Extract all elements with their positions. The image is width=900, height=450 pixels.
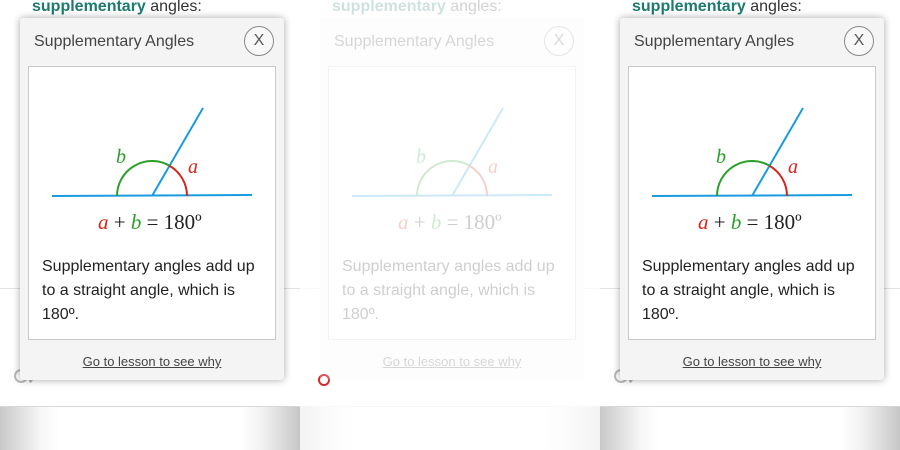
- heading-rest: angles:: [145, 0, 202, 15]
- heading-rest: angles:: [445, 0, 502, 15]
- heading-keyword: supplementary: [632, 0, 746, 15]
- answer-option-bar: [600, 406, 900, 450]
- eq-rest: = 180º: [747, 210, 803, 234]
- eq-a: a: [698, 210, 709, 234]
- supplementary-angles-popup: Supplementary Angles X b a a + b = 180º …: [620, 18, 884, 380]
- angle-a-label: a: [188, 156, 198, 178]
- close-button[interactable]: X: [544, 26, 574, 56]
- angle-equation: a + b = 180º: [98, 210, 202, 234]
- go-to-lesson-link[interactable]: Go to lesson to see why: [320, 354, 584, 369]
- go-to-lesson-link[interactable]: Go to lesson to see why: [620, 354, 884, 369]
- supplementary-angles-popup: Supplementary Angles X b a a + b = 180º …: [20, 18, 284, 380]
- definition-text: Supplementary angles add up to a straigh…: [342, 258, 555, 323]
- ray-line: [751, 107, 804, 197]
- ray-line: [151, 107, 204, 197]
- close-button[interactable]: X: [844, 26, 874, 56]
- angle-a-arc: [468, 164, 488, 197]
- supplementary-angles-popup: Supplementary Angles X b a a + b = 180º …: [320, 18, 584, 380]
- eq-b: b: [431, 210, 442, 234]
- answer-option-bar: [0, 406, 300, 450]
- go-to-lesson-link[interactable]: Go to lesson to see why: [20, 354, 284, 369]
- question-heading: supplementary angles:: [332, 0, 502, 16]
- popup-title: Supplementary Angles: [334, 33, 495, 50]
- angle-diagram: b a a + b = 180º: [351, 107, 553, 234]
- angle-b-label: b: [716, 146, 726, 168]
- angle-diagram: b a a + b = 180º: [651, 107, 853, 234]
- popup-frame-1: supplementary angles: ✓ Supplementary An…: [0, 0, 300, 450]
- eq-rest: = 180º: [447, 210, 503, 234]
- angle-a-arc: [168, 164, 188, 197]
- eq-rest: = 180º: [147, 210, 203, 234]
- angle-diagram: b a a + b = 180º: [51, 107, 253, 234]
- heading-keyword: supplementary: [32, 0, 146, 15]
- eq-a: a: [398, 210, 409, 234]
- popup-frame-3: supplementary angles: ✓ Supplementary An…: [600, 0, 900, 450]
- eq-a: a: [98, 210, 109, 234]
- definition-text: Supplementary angles add up to a straigh…: [42, 258, 255, 323]
- angle-b-label: b: [416, 146, 426, 168]
- popup-frame-2: supplementary angles: Supplementary Angl…: [300, 0, 600, 450]
- definition-card: b a a + b = 180º Supplementary angles ad…: [28, 66, 276, 340]
- question-heading: supplementary angles:: [32, 0, 202, 16]
- eq-plus: +: [714, 210, 726, 234]
- angle-equation: a + b = 180º: [398, 210, 502, 234]
- popup-title: Supplementary Angles: [34, 33, 195, 50]
- eq-b: b: [131, 210, 142, 234]
- angle-b-label: b: [116, 146, 126, 168]
- eq-plus: +: [414, 210, 426, 234]
- angle-a-arc: [768, 164, 788, 197]
- eq-plus: +: [114, 210, 126, 234]
- popup-title: Supplementary Angles: [634, 33, 795, 50]
- eq-b: b: [731, 210, 742, 234]
- close-button[interactable]: X: [244, 26, 274, 56]
- answer-option-bar: [300, 406, 600, 450]
- ray-line: [451, 107, 504, 197]
- definition-text: Supplementary angles add up to a straigh…: [642, 258, 855, 323]
- definition-card: b a a + b = 180º Supplementary angles ad…: [328, 66, 576, 340]
- angle-a-label: a: [788, 156, 798, 178]
- heading-keyword: supplementary: [332, 0, 446, 15]
- angle-equation: a + b = 180º: [698, 210, 802, 234]
- definition-card: b a a + b = 180º Supplementary angles ad…: [628, 66, 876, 340]
- angle-a-label: a: [488, 156, 498, 178]
- heading-rest: angles:: [745, 0, 802, 15]
- question-heading: supplementary angles:: [632, 0, 802, 16]
